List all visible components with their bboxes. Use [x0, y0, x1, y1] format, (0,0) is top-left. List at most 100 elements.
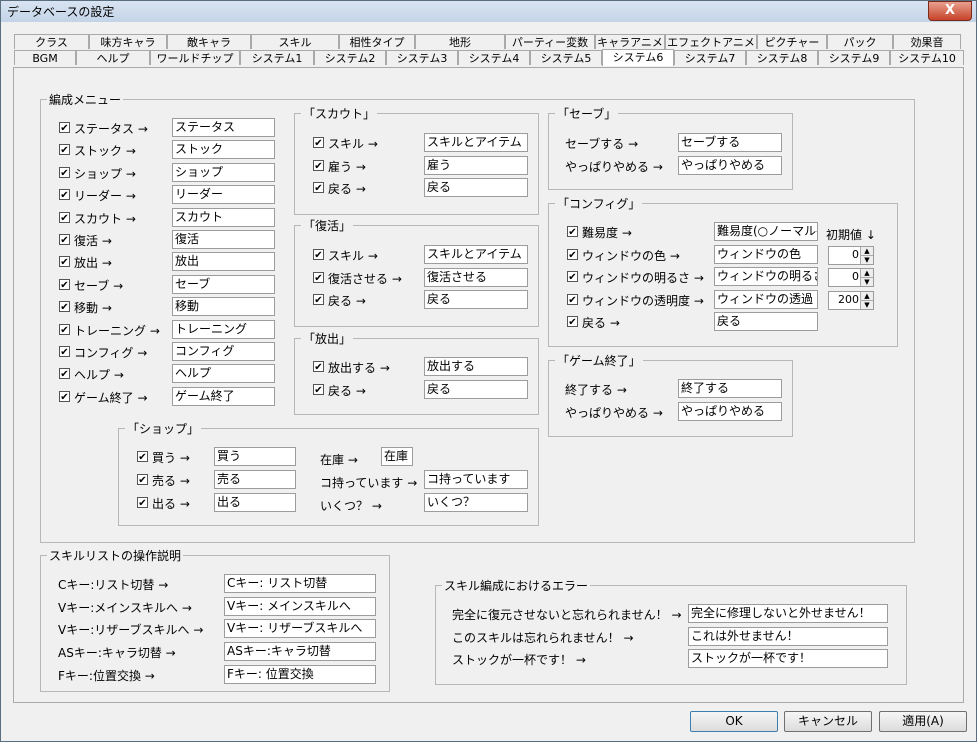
- revive-item-2-field[interactable]: 戻る: [424, 290, 528, 309]
- shop-item-0-field[interactable]: 買う: [214, 447, 296, 466]
- config-item-1-field[interactable]: ウィンドウの色: [714, 244, 818, 264]
- config-item-0-checkbox[interactable]: ✔: [567, 226, 578, 238]
- shop-howmany-field[interactable]: いくつ？: [424, 493, 528, 512]
- apply-button[interactable]: 適用(A): [879, 711, 967, 732]
- skilllist-group-title: スキルリストの操作説明: [47, 547, 184, 564]
- shop-have-field[interactable]: コ持っています: [424, 470, 528, 489]
- gameend-item-0-field[interactable]: 終了する: [678, 379, 782, 398]
- save-item-0-field[interactable]: セーブする: [678, 133, 782, 152]
- config-group-title: 「コンフィグ」: [555, 195, 643, 212]
- cancel-button[interactable]: キャンセル: [784, 711, 872, 732]
- skilllist-item-2-field[interactable]: Vキー: リザーブスキルへ: [224, 619, 376, 639]
- skilllist-item-1-field[interactable]: Vキー: メインスキルへ: [224, 596, 376, 616]
- skilllist-item-0-field[interactable]: Cキー: リスト切替: [224, 574, 376, 593]
- config-item-2-checkbox[interactable]: ✔: [567, 271, 578, 283]
- menu-item-5-checkbox[interactable]: ✔: [59, 234, 70, 246]
- menu-item-11-field[interactable]: ヘルプ: [172, 364, 275, 384]
- menu-item-3-field[interactable]: リーダー: [172, 185, 275, 205]
- release-group-title: 「放出」: [301, 330, 354, 347]
- save-item-0-label: セーブする →: [565, 137, 639, 151]
- release-item-1-label: 戻る →: [328, 383, 366, 398]
- release-group: 「放出」: [294, 330, 539, 415]
- config-init-spinner-1[interactable]: 0 ▲ ▼: [828, 245, 874, 265]
- config-item-3-field[interactable]: ウィンドウの透過: [714, 289, 818, 309]
- menu-item-7-field[interactable]: セーブ: [172, 274, 275, 294]
- shop-item-1-label: 売る →: [152, 474, 190, 488]
- menu-item-9-field[interactable]: トレーニング: [172, 319, 275, 339]
- revive-item-1-checkbox[interactable]: ✔: [313, 271, 324, 284]
- shop-group-title: 「ショップ」: [125, 420, 202, 437]
- skilllist-item-3-field[interactable]: ASキー:キャラ切替: [224, 642, 376, 662]
- menu-item-1-checkbox[interactable]: ✔: [59, 144, 70, 156]
- tab-panel-system6: 編成メニュー ✔ ステータス → ステータス ✔ ストック → ストック ✔ ショップ → ショッ…: [13, 67, 964, 703]
- menu-item-2-label: ショップ →: [74, 166, 136, 181]
- skillerr-item-1-field[interactable]: これは外せません！: [688, 626, 888, 646]
- menu-item-6-checkbox[interactable]: ✔: [59, 256, 70, 268]
- menu-item-12-checkbox[interactable]: ✔: [59, 390, 70, 403]
- release-item-0-checkbox[interactable]: ✔: [313, 361, 324, 373]
- menu-item-9-checkbox[interactable]: ✔: [59, 323, 70, 336]
- config-init-spinner-3[interactable]: 200 ▲ ▼: [828, 290, 874, 310]
- menu-item-5-field[interactable]: 復活: [172, 230, 275, 249]
- spin-down-icon[interactable]: ▼: [860, 254, 873, 264]
- revive-item-2-label: 戻る →: [328, 294, 366, 308]
- menu-item-3-checkbox[interactable]: ✔: [59, 189, 70, 201]
- revive-item-2-checkbox[interactable]: ✔: [313, 294, 324, 306]
- shop-item-0-checkbox[interactable]: ✔: [137, 451, 148, 463]
- config-item-4-checkbox[interactable]: ✔: [567, 316, 578, 328]
- gameend-item-1-field[interactable]: やっぱりやめる: [678, 401, 782, 421]
- menu-item-10-field[interactable]: コンフィグ: [172, 342, 275, 361]
- scout-item-2-label: 戻る →: [328, 182, 366, 196]
- shop-item-1-checkbox[interactable]: ✔: [137, 474, 148, 486]
- ok-button[interactable]: OK: [690, 711, 778, 732]
- menu-item-6-field[interactable]: 放出: [172, 252, 275, 272]
- menu-item-7-checkbox[interactable]: ✔: [59, 278, 70, 291]
- spin-down-icon[interactable]: ▼: [860, 299, 873, 309]
- shop-item-2-checkbox[interactable]: ✔: [137, 497, 148, 509]
- config-item-3-checkbox[interactable]: ✔: [567, 293, 578, 306]
- menu-item-8-field[interactable]: 移動: [172, 297, 275, 317]
- skillerr-item-0-field[interactable]: 完全に修理しないと外せません！: [688, 604, 888, 623]
- scout-item-1-field[interactable]: 雇う: [424, 155, 528, 175]
- scout-item-2-field[interactable]: 戻る: [424, 178, 528, 197]
- spin-up-icon[interactable]: ▲: [860, 269, 873, 277]
- scout-item-1-checkbox[interactable]: ✔: [313, 159, 324, 172]
- spin-up-icon[interactable]: ▲: [860, 291, 873, 300]
- menu-item-8-checkbox[interactable]: ✔: [59, 301, 70, 313]
- menu-item-1-field[interactable]: ストック: [172, 140, 275, 160]
- revive-item-0-field[interactable]: スキルとアイテム: [424, 245, 528, 264]
- scout-item-0-field[interactable]: スキルとアイテム: [424, 133, 528, 152]
- config-item-1-checkbox[interactable]: ✔: [567, 248, 578, 261]
- revive-item-1-field[interactable]: 復活させる: [424, 267, 528, 287]
- config-item-4-field[interactable]: 戻る: [714, 312, 818, 331]
- menu-item-0-field[interactable]: ステータス: [172, 118, 275, 137]
- menu-item-4-field[interactable]: スカウト: [172, 207, 275, 227]
- menu-item-2-field[interactable]: ショップ: [172, 162, 275, 182]
- menu-item-12-field[interactable]: ゲーム終了: [172, 386, 275, 406]
- menu-item-0-checkbox[interactable]: ✔: [59, 122, 70, 134]
- shop-stock-label: 在庫 →: [320, 453, 358, 467]
- menu-item-10-checkbox[interactable]: ✔: [59, 346, 70, 358]
- menu-item-2-checkbox[interactable]: ✔: [59, 166, 70, 179]
- shop-stock-field[interactable]: 在庫: [381, 447, 413, 466]
- spin-up-icon[interactable]: ▲: [860, 246, 873, 255]
- scout-item-0-checkbox[interactable]: ✔: [313, 137, 324, 149]
- scout-item-1-label: 雇う →: [328, 159, 366, 174]
- config-item-2-field[interactable]: ウィンドウの明るさ: [714, 267, 818, 286]
- spin-down-icon[interactable]: ▼: [860, 277, 873, 286]
- menu-item-11-checkbox[interactable]: ✔: [59, 368, 70, 380]
- config-init-spinner-2[interactable]: 0 ▲ ▼: [828, 268, 874, 287]
- shop-item-2-field[interactable]: 出る: [214, 493, 296, 512]
- shop-item-1-field[interactable]: 売る: [214, 470, 296, 489]
- release-item-1-field[interactable]: 戻る: [424, 379, 528, 399]
- release-item-0-field[interactable]: 放出する: [424, 357, 528, 376]
- release-item-1-checkbox[interactable]: ✔: [313, 383, 324, 396]
- scout-item-2-checkbox[interactable]: ✔: [313, 182, 324, 194]
- revive-item-0-checkbox[interactable]: ✔: [313, 249, 324, 261]
- save-item-1-field[interactable]: やっぱりやめる: [678, 155, 782, 175]
- config-item-0-field[interactable]: 難易度(○ノーマル-: [714, 222, 818, 241]
- skillerr-item-2-field[interactable]: ストックが一杯です！: [688, 649, 888, 668]
- scout-item-0-label: スキル →: [328, 137, 378, 151]
- skilllist-item-4-field[interactable]: Fキー: 位置交換: [224, 664, 376, 684]
- menu-item-4-checkbox[interactable]: ✔: [59, 211, 70, 224]
